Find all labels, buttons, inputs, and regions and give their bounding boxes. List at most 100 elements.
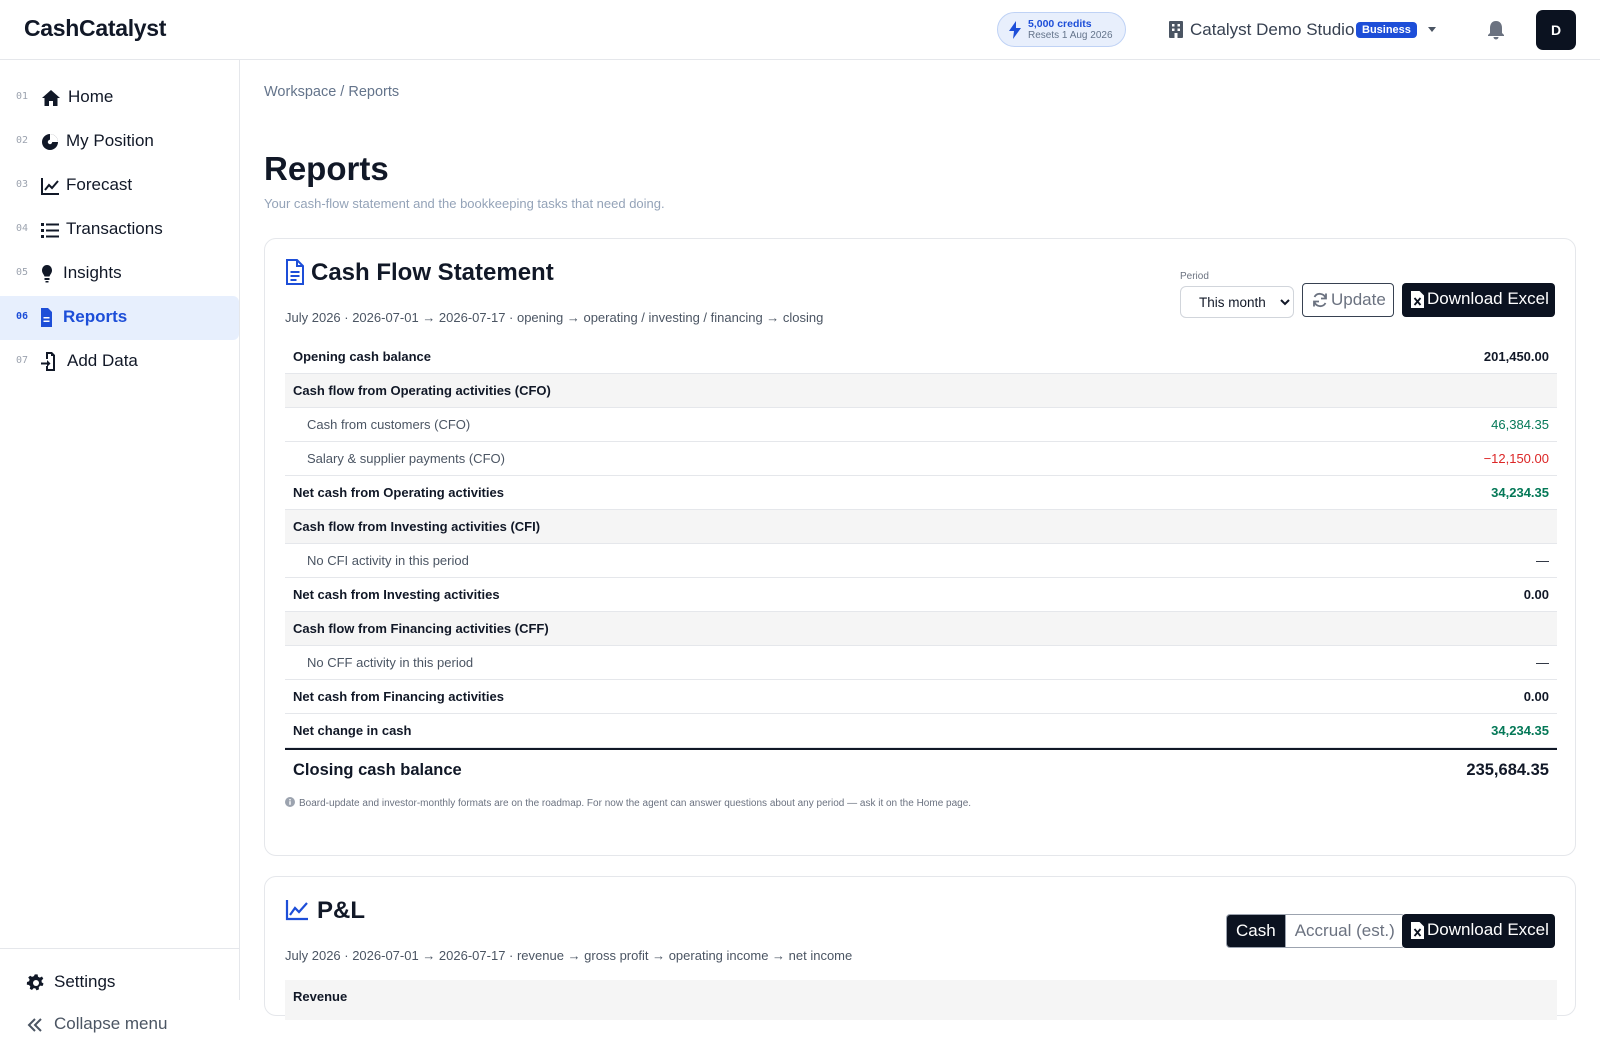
avatar[interactable]: D [1536,10,1576,50]
chevron-down-icon [1428,27,1436,32]
bell-icon[interactable] [1487,20,1505,40]
excel-file-icon [1411,291,1424,308]
pnl-meta: July 2026 · 2026-07-01 → 2026-07-17 · re… [285,948,853,963]
gear-icon [26,974,44,991]
row-label: Net cash from Investing activities [293,587,500,602]
row-value: 201,450.00 [1483,349,1549,364]
sidebar-item-label: My Position [66,131,154,150]
download-excel-label: Download Excel [1427,289,1549,308]
row-value: 0.00 [1523,689,1549,704]
app-logo[interactable]: CashCatalyst [24,15,166,42]
row-label: Revenue [293,989,348,1004]
page-title: Reports [264,150,389,187]
update-label: Update [1331,290,1386,309]
table-row: Opening cash balance 201,450.00 [285,340,1557,374]
nav-number: 05 [16,267,29,278]
plan-badge: Business [1356,22,1417,38]
table-row: Net cash from Operating activities 34,234… [285,476,1557,510]
nav-number: 04 [16,223,29,234]
info-icon [285,797,295,807]
lightbulb-icon [42,265,52,283]
footnote-text: Board-update and investor-monthly format… [299,798,972,809]
row-value: 46,384.35 [1491,417,1549,432]
nav-number: 02 [16,135,29,146]
excel-file-icon [1411,922,1424,939]
section-header-row: Cash flow from Operating activities (CFO… [285,374,1557,408]
pnl-card: P&L July 2026 · 2026-07-01 → 2026-07-17 … [264,876,1576,1020]
sidebar-item-my-position[interactable]: 02 My Position [0,120,239,164]
row-label: Net cash from Operating activities [293,485,504,500]
basis-accrual-tab[interactable]: Accrual (est.) [1284,915,1404,947]
table-row: Net cash from Financing activities 0.00 [285,680,1557,714]
line-chart-icon [285,900,308,921]
refresh-icon [1313,292,1327,308]
row-label: Cash flow from Financing activities (CFF… [293,621,549,636]
table-row: Cash from customers (CFO) 46,384.35 [285,408,1557,442]
home-icon [42,90,60,106]
sidebar: 01 Home 02 My Position 03 Forecast 04 Tr… [0,60,240,1033]
sidebar-item-label: Insights [63,263,122,282]
nav-number: 06 [16,311,29,322]
row-label: Closing cash balance [293,761,462,779]
sidebar-item-home[interactable]: 01 Home [0,76,239,120]
basis-toggle: Cash Accrual (est.) [1226,914,1405,948]
row-label: No CFF activity in this period [307,655,474,670]
breadcrumb[interactable]: Workspace / Reports [264,84,399,100]
sidebar-item-forecast[interactable]: 03 Forecast [0,164,239,208]
document-icon [286,259,304,285]
download-excel-label: Download Excel [1427,920,1549,939]
collapse-label: Collapse menu [54,1014,168,1033]
sidebar-item-label: Forecast [66,175,133,194]
sidebar-item-transactions[interactable]: 04 Transactions [0,208,239,252]
pie-icon [42,134,58,150]
list-icon [41,223,59,238]
row-value: 235,684.35 [1466,761,1549,779]
row-value: — [1536,553,1549,568]
sidebar-footer: Settings Collapse menu [0,948,239,1033]
page-subtitle: Your cash-flow statement and the bookkee… [264,196,665,211]
building-icon [1169,21,1183,38]
credits-badge[interactable]: 5,000 credits Resets 1 Aug 2026 [997,12,1126,47]
pnl-revenue-row: Revenue [285,980,1557,1020]
sidebar-item-label: Add Data [67,351,138,370]
settings-label: Settings [54,972,116,991]
nav-number: 01 [16,91,29,102]
settings-button[interactable]: Settings [0,963,239,1003]
row-label: Opening cash balance [293,349,431,364]
row-value: 34,234.35 [1491,485,1549,500]
double-chevron-left-icon [27,1018,42,1032]
roadmap-footnote: Board-update and investor-monthly format… [285,797,971,809]
table-row: Net change in cash 34,234.35 [285,714,1557,748]
period-select[interactable]: This monthLast monthThis quarterThis yea… [1180,286,1294,318]
sidebar-item-insights[interactable]: 05 Insights [0,252,239,296]
sidebar-item-reports[interactable]: 06 Reports [0,296,239,340]
sidebar-item-add-data[interactable]: 07 Add Data [0,340,239,384]
table-row: No CFI activity in this period — [285,544,1557,578]
cash-flow-meta: July 2026 · 2026-07-01 → 2026-07-17 · op… [285,310,824,325]
update-button[interactable]: Update [1302,283,1394,317]
credits-amount: 5,000 credits [1028,18,1092,30]
org-name: Catalyst Demo Studio [1190,20,1355,39]
line-chart-icon [41,178,59,195]
sidebar-item-label: Home [68,87,114,106]
basis-cash-tab[interactable]: Cash [1227,915,1285,947]
period-label: Period [1180,271,1209,282]
row-label: Cash flow from Investing activities (CFI… [293,519,541,534]
section-header-row: Cash flow from Financing activities (CFF… [285,612,1557,646]
pnl-download-excel-button[interactable]: Download Excel [1402,914,1555,948]
table-row: Salary & supplier payments (CFO) −12,150.… [285,442,1557,476]
row-label: Net cash from Financing activities [293,689,504,704]
import-icon [41,352,55,371]
download-excel-button[interactable]: Download Excel [1402,283,1555,317]
table-row: No CFF activity in this period — [285,646,1557,680]
row-label: Cash flow from Operating activities (CFO… [293,383,551,398]
table-row: Net cash from Investing activities 0.00 [285,578,1557,612]
document-icon [41,308,52,327]
row-value: 0.00 [1523,587,1549,602]
pnl-title: P&L [317,897,365,924]
row-value: 34,234.35 [1491,723,1549,738]
closing-balance-row: Closing cash balance 235,684.35 [285,748,1557,790]
sidebar-item-label: Reports [63,307,128,326]
collapse-menu-button[interactable]: Collapse menu [0,1005,239,1045]
nav-number: 03 [16,179,29,190]
